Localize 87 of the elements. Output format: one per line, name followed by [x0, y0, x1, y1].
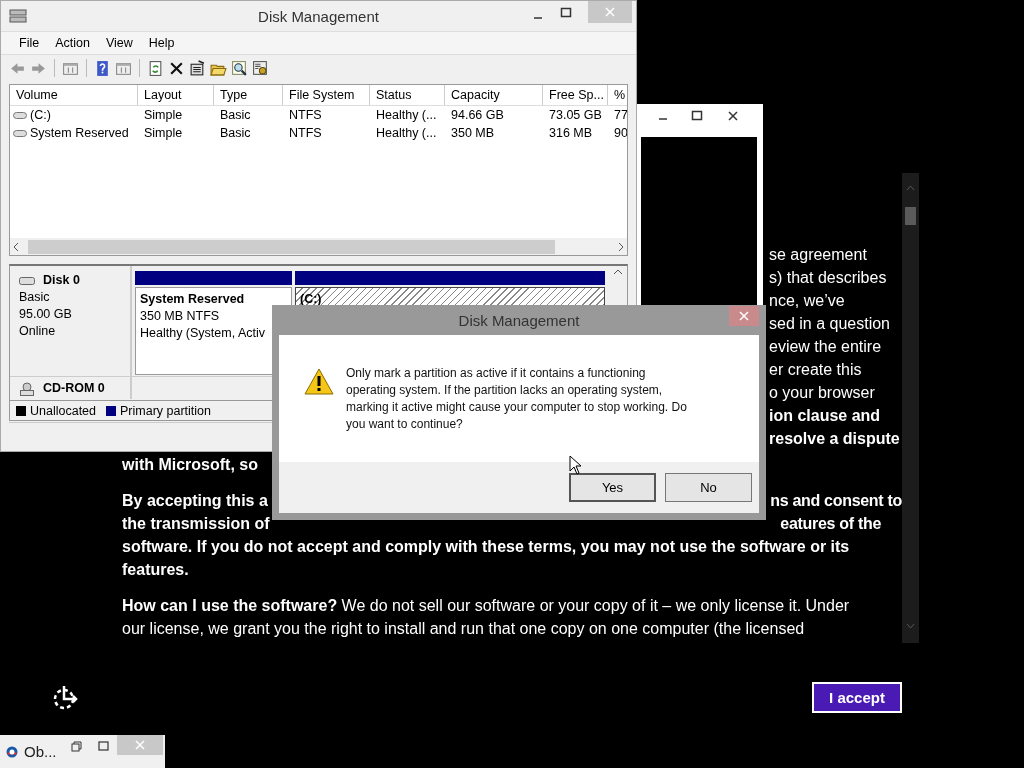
license-text-line: By accepting this a	[122, 491, 268, 511]
table-cell: 90	[614, 126, 627, 140]
restore-icon[interactable]	[70, 741, 82, 752]
dialog-button[interactable]: Yes	[569, 473, 656, 502]
window-title: Disk Management	[258, 7, 379, 25]
scrollbar-thumb[interactable]	[905, 207, 916, 225]
license-text-line: sed in a question	[769, 315, 890, 333]
legend-label: Unallocated	[30, 403, 96, 418]
menu-item[interactable]: Action	[47, 34, 98, 52]
column-header[interactable]: Layout	[138, 85, 214, 105]
cd-drive-icon	[19, 381, 35, 396]
maximize-icon[interactable]	[691, 110, 703, 122]
dialog-button[interactable]: No	[665, 473, 752, 502]
refresh-icon[interactable]	[147, 59, 164, 77]
table-cell: Healthy (...	[376, 126, 437, 140]
menu-item[interactable]: Help	[140, 34, 183, 52]
table-cell: Basic	[220, 126, 251, 140]
disk-detail: 95.00 GB	[19, 306, 73, 323]
license-text-line: our license, we grant you the right to install and run that one copy on one computer (the licensed	[122, 619, 805, 639]
table-cell: 316 MB	[549, 126, 593, 140]
drive-icon	[13, 110, 27, 120]
column-header[interactable]: Type	[214, 85, 283, 105]
minimized-window[interactable]: Ob...	[0, 735, 165, 768]
license-text-line: ion clause and	[769, 407, 881, 425]
column-header[interactable]: %	[608, 85, 627, 105]
partition-size: 350 MB NTFS	[140, 308, 221, 325]
table-cell: NTFS	[289, 108, 322, 122]
window-title: Ob...	[24, 743, 57, 760]
table-cell: 77	[614, 108, 627, 122]
table-cell: Healthy (...	[376, 108, 437, 122]
dialog-message: Only mark a partition as active if it contains a functioning operating system. If the partition lacks an operating system, marking it active might cause your computer to stop working. Do you want to continue?	[346, 365, 688, 433]
partition-name: (C:)	[300, 291, 323, 308]
disk-detail: Online	[19, 323, 57, 340]
license-text-line: resolve a dispute	[769, 430, 900, 448]
magnifier-icon[interactable]	[231, 59, 248, 77]
table-cell: Basic	[220, 108, 251, 122]
scrollbar[interactable]	[902, 173, 919, 643]
license-text-line: features.	[122, 560, 189, 580]
license-text-line: with Microsoft, so	[122, 455, 258, 475]
warning-icon	[304, 368, 334, 395]
table-cell: NTFS	[289, 126, 322, 140]
license-text-line: er create this	[769, 361, 862, 379]
table-cell: 73.05 GB	[549, 108, 602, 122]
close-button[interactable]	[729, 306, 759, 326]
table-cell: (C:)	[30, 108, 51, 122]
table-cell: 94.66 GB	[451, 108, 504, 122]
app-icon	[6, 745, 18, 758]
maximize-icon[interactable]	[560, 7, 572, 19]
column-header[interactable]: File System	[283, 85, 370, 105]
legend-label: Primary partition	[120, 403, 211, 418]
table-cell: Simple	[144, 126, 183, 140]
table-cell: System Reserved	[30, 126, 129, 140]
license-text-line: o your browser	[769, 384, 875, 402]
license-text-line: How can I use the software? We do not sell our software or your copy of it – we only license it. Under	[122, 596, 850, 616]
menu-item[interactable]: File	[11, 34, 48, 52]
horizontal-scrollbar[interactable]	[10, 238, 627, 255]
license-text-line: the transmission of	[122, 514, 270, 534]
disk-name: CD-ROM 0	[43, 380, 105, 397]
partition-status: Healthy (System, Activ	[140, 325, 267, 342]
dialog-title: Disk Management	[458, 311, 580, 329]
partition-name: System Reserved	[140, 291, 246, 308]
column-header[interactable]: Volume	[10, 85, 138, 105]
table-cell: 350 MB	[451, 126, 495, 140]
license-text-line: nce, we’ve	[769, 292, 845, 310]
close-icon[interactable]	[727, 110, 739, 122]
column-header[interactable]: Status	[370, 85, 445, 105]
accept-button[interactable]: I accept	[812, 682, 902, 713]
table-cell: Simple	[144, 108, 183, 122]
help-icon[interactable]	[94, 59, 111, 77]
column-header[interactable]: Free Sp...	[543, 85, 608, 105]
license-text-line: software. If you do not accept and comply with these terms, you may not use the software or its	[122, 537, 850, 557]
disk-management-icon	[9, 8, 27, 24]
license-text-line: eview the entire	[769, 338, 882, 356]
license-text-line: se agreement	[769, 246, 867, 264]
properties-icon[interactable]	[189, 59, 206, 77]
ease-of-access-icon[interactable]	[52, 684, 79, 711]
disk-detail: Basic	[19, 289, 51, 306]
gear-icon[interactable]	[252, 59, 269, 77]
license-text-line: eatures of the	[780, 514, 881, 534]
drive-icon	[13, 128, 27, 138]
partition-box[interactable]: System Reserved 350 MB NTFS Healthy (System, Activ	[135, 287, 292, 375]
disk-name: Disk 0	[43, 272, 80, 289]
column-header[interactable]: Capacity	[445, 85, 543, 105]
license-text-line: ns and consent to	[770, 491, 902, 511]
menu-item[interactable]: View	[97, 34, 141, 52]
maximize-icon[interactable]	[97, 741, 109, 752]
license-text-line: s) that describes	[769, 269, 887, 287]
